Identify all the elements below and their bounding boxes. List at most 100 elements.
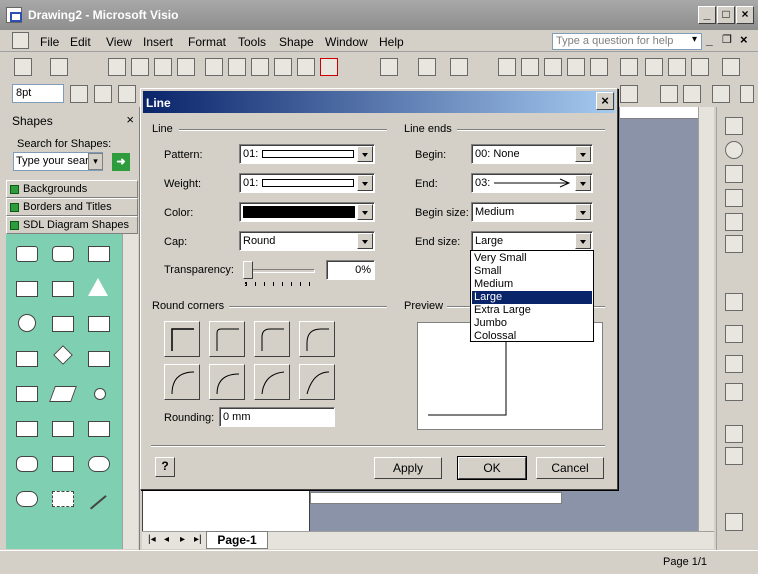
- pattern-combo[interactable]: 01:: [239, 144, 375, 164]
- group-shapes-icon[interactable]: [668, 58, 686, 76]
- dropdown-option[interactable]: Small: [472, 265, 592, 278]
- line-tool-icon[interactable]: [725, 165, 743, 183]
- connector-tool-icon[interactable]: [50, 58, 68, 76]
- cap-combo[interactable]: Round: [239, 231, 375, 251]
- menu-window[interactable]: Window: [325, 35, 368, 49]
- select-tool-icon[interactable]: [108, 58, 126, 76]
- connection-point-icon[interactable]: [131, 58, 149, 76]
- menu-insert[interactable]: Insert: [143, 35, 173, 49]
- menu-format[interactable]: Format: [188, 35, 226, 49]
- grid-icon[interactable]: [228, 58, 246, 76]
- page-setup-icon[interactable]: [725, 425, 743, 443]
- procedure-shape-icon[interactable]: [88, 246, 110, 262]
- pointer-tool-icon[interactable]: [14, 58, 32, 76]
- save-shape-icon[interactable]: [88, 316, 110, 332]
- corner-style-6[interactable]: [254, 364, 290, 400]
- doc-close-icon[interactable]: ×: [740, 32, 748, 47]
- shield-shape-icon[interactable]: [16, 421, 38, 437]
- center-icon[interactable]: [450, 58, 468, 76]
- dropdown-option[interactable]: Colossal: [472, 330, 592, 343]
- link-icon[interactable]: [274, 58, 292, 76]
- stencil-backgrounds[interactable]: Backgrounds: [6, 180, 138, 198]
- color-combo[interactable]: [239, 202, 375, 222]
- move-tool-icon[interactable]: [154, 58, 172, 76]
- corner-style-5[interactable]: [209, 364, 245, 400]
- connection-icon[interactable]: [725, 513, 743, 531]
- card-shape-icon[interactable]: [52, 456, 74, 472]
- bring-forward-icon[interactable]: [725, 355, 743, 373]
- line-connector-icon[interactable]: [90, 495, 119, 524]
- align-left-icon[interactable]: [70, 85, 88, 103]
- freeform-tool-icon[interactable]: [725, 213, 743, 231]
- more-options-icon[interactable]: [740, 85, 754, 103]
- dropdown-option[interactable]: Jumbo: [472, 317, 592, 330]
- transparency-input[interactable]: 0%: [326, 260, 375, 280]
- begin-size-combo[interactable]: Medium: [471, 202, 593, 222]
- terminator-shape-icon[interactable]: [88, 456, 110, 472]
- group-icon[interactable]: [205, 58, 223, 76]
- decision-shape-icon[interactable]: [52, 316, 74, 332]
- multi-doc-shape-icon[interactable]: [52, 421, 74, 437]
- font-size-combo[interactable]: 8pt: [12, 84, 64, 103]
- input-shape-icon[interactable]: [16, 351, 38, 367]
- menu-edit[interactable]: Edit: [70, 35, 91, 49]
- corner-style-1[interactable]: [209, 321, 245, 357]
- arc-tool-icon[interactable]: [725, 189, 743, 207]
- connector-shape-icon[interactable]: [94, 388, 106, 400]
- align-icon[interactable]: [380, 58, 398, 76]
- end-combo[interactable]: 03:: [471, 173, 593, 193]
- align-center-icon[interactable]: [94, 85, 112, 103]
- weight-combo[interactable]: 01:: [239, 173, 375, 193]
- pencil-tool-icon[interactable]: [725, 235, 743, 253]
- text-rotate-icon[interactable]: [590, 58, 608, 76]
- font-grow-icon[interactable]: [660, 85, 678, 103]
- corner-style-4[interactable]: [164, 364, 200, 400]
- dropdown-option[interactable]: Large: [472, 291, 592, 304]
- send-back-icon[interactable]: [645, 58, 663, 76]
- send-backward-icon[interactable]: [725, 383, 743, 401]
- zoom-icon[interactable]: [297, 58, 315, 76]
- minimize-button[interactable]: _: [698, 6, 716, 24]
- cancel-button[interactable]: Cancel: [536, 457, 604, 479]
- format-painter-icon[interactable]: [251, 58, 269, 76]
- dialog-close-button[interactable]: ×: [596, 92, 614, 110]
- apply-button[interactable]: Apply: [374, 457, 442, 479]
- comment-shape-icon[interactable]: [52, 491, 74, 507]
- help-icon[interactable]: ?: [155, 457, 175, 477]
- search-dropdown-icon[interactable]: ▾: [88, 153, 103, 170]
- prev-page-icon[interactable]: ◂: [164, 534, 169, 545]
- doc-restore-icon[interactable]: ❐: [722, 33, 732, 46]
- dropdown-option[interactable]: Medium: [472, 278, 592, 291]
- rounding-input[interactable]: 0 mm: [219, 407, 335, 427]
- corner-style-7[interactable]: [299, 364, 335, 400]
- corner-style-3[interactable]: [299, 321, 335, 357]
- ellipse-tool-icon[interactable]: [725, 141, 743, 159]
- doc-minimize-icon[interactable]: _: [706, 33, 713, 47]
- dropdown-option[interactable]: Extra Large: [472, 304, 592, 317]
- database-shape-icon[interactable]: [16, 456, 38, 472]
- close-button[interactable]: ×: [736, 6, 754, 24]
- end-size-combo[interactable]: Large: [471, 231, 593, 251]
- menu-file[interactable]: File: [40, 35, 59, 49]
- vertical-scrollbar[interactable]: [698, 107, 714, 532]
- menu-shape[interactable]: Shape: [279, 35, 314, 49]
- output-shape-icon[interactable]: [88, 351, 110, 367]
- macro-shape-icon[interactable]: [52, 281, 74, 297]
- parallelogram-shape-icon[interactable]: [49, 386, 77, 402]
- diamond-shape-icon[interactable]: [53, 345, 73, 365]
- menu-view[interactable]: View: [106, 35, 132, 49]
- menu-help[interactable]: Help: [379, 35, 404, 49]
- next-page-icon[interactable]: ▸: [180, 534, 185, 545]
- triangle-shape-icon[interactable]: [88, 278, 108, 296]
- help-dropdown-icon[interactable]: ▾: [692, 34, 697, 45]
- menu-tools[interactable]: Tools: [238, 35, 266, 49]
- font-shrink-icon[interactable]: [683, 85, 701, 103]
- rotate-left-icon[interactable]: [544, 58, 562, 76]
- shapes-close-icon[interactable]: ×: [126, 112, 134, 127]
- tab-page-1[interactable]: Page-1: [206, 531, 268, 549]
- align-right-icon[interactable]: [118, 85, 136, 103]
- layout-icon[interactable]: [725, 325, 743, 343]
- crop-tool-icon[interactable]: [177, 58, 195, 76]
- distribute-icon[interactable]: [418, 58, 436, 76]
- shape-operations-icon[interactable]: [725, 447, 743, 465]
